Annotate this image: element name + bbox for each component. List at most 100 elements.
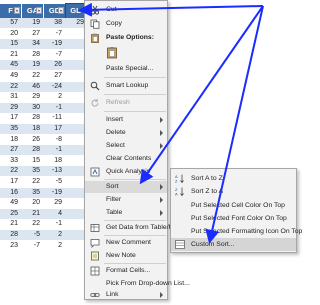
menu-item-paste-special[interactable]: Paste Special... — [85, 63, 167, 75]
table-cell[interactable] — [66, 198, 86, 208]
menu-item-sort[interactable]: Sort — [85, 181, 167, 193]
table-cell[interactable]: 38 — [44, 18, 64, 28]
table-cell[interactable]: -19 — [44, 39, 64, 49]
menu-item-link[interactable]: Link — [85, 289, 167, 301]
submenu-item-sort-za[interactable]: ZA Sort Z to A — [171, 185, 296, 198]
table-cell[interactable]: 15 — [22, 156, 42, 166]
table-cell[interactable]: 30 — [22, 103, 42, 113]
submenu-item-font-color-on-top[interactable]: Put Selected Font Color On Top — [171, 212, 296, 225]
table-cell[interactable]: 33 — [0, 156, 20, 166]
table-cell[interactable]: 49 — [0, 71, 20, 81]
table-cell[interactable]: 29 — [66, 18, 86, 28]
table-cell[interactable]: 23 — [0, 241, 20, 251]
paste-clipboard-icon[interactable] — [106, 46, 119, 59]
table-cell[interactable] — [66, 29, 86, 39]
table-cell[interactable] — [66, 219, 86, 229]
table-cell[interactable] — [66, 124, 86, 134]
table-cell[interactable]: 18 — [22, 124, 42, 134]
menu-item-clear-contents[interactable]: Clear Contents — [85, 153, 167, 165]
table-cell[interactable]: 46 — [22, 82, 42, 92]
menu-item-copy[interactable]: Copy — [85, 18, 167, 30]
table-cell[interactable]: 2 — [44, 230, 64, 240]
submenu-item-custom-sort[interactable]: Custom Sort... — [171, 238, 296, 251]
table-cell[interactable] — [66, 135, 86, 145]
menu-item-filter[interactable]: Filter — [85, 194, 167, 206]
table-cell[interactable]: 19 — [22, 18, 42, 28]
menu-item-refresh[interactable]: Refresh — [85, 97, 167, 109]
table-cell[interactable]: 27 — [44, 71, 64, 81]
table-cell[interactable]: 35 — [0, 124, 20, 134]
table-cell[interactable] — [66, 103, 86, 113]
menu-item-new-note[interactable]: New Note — [85, 250, 167, 262]
table-cell[interactable] — [66, 145, 86, 155]
table-cell[interactable]: 49 — [0, 198, 20, 208]
menu-item-select[interactable]: Select — [85, 140, 167, 152]
table-cell[interactable]: 45 — [0, 60, 20, 70]
table-cell[interactable] — [66, 241, 86, 251]
menu-item-quick-analysis[interactable]: Quick Analysis — [85, 166, 167, 178]
table-cell[interactable]: 20 — [22, 198, 42, 208]
table-cell[interactable]: 19 — [22, 60, 42, 70]
menu-item-get-data[interactable]: Get Data from Table/Range... — [85, 222, 194, 234]
filter-dropdown-icon[interactable] — [58, 7, 64, 14]
table-cell[interactable]: -1 — [44, 219, 64, 229]
table-cell[interactable]: 35 — [22, 188, 42, 198]
table-cell[interactable]: 22 — [0, 166, 20, 176]
filter-dropdown-icon[interactable] — [36, 7, 42, 14]
table-cell[interactable]: 57 — [0, 18, 20, 28]
header-cell-ga[interactable]: GA — [22, 4, 44, 18]
table-cell[interactable]: 2 — [44, 92, 64, 102]
table-cell[interactable]: 31 — [0, 92, 20, 102]
submenu-item-sort-az[interactable]: AZ Sort A to Z — [171, 172, 296, 185]
table-cell[interactable]: 18 — [0, 135, 20, 145]
table-cell[interactable]: -24 — [44, 82, 64, 92]
menu-item-format-cells[interactable]: Format Cells... — [85, 265, 167, 277]
table-cell[interactable]: 17 — [0, 177, 20, 187]
table-cell[interactable] — [66, 71, 86, 81]
table-cell[interactable] — [66, 60, 86, 70]
table-cell[interactable] — [66, 39, 86, 49]
table-cell[interactable]: 21 — [0, 219, 20, 229]
table-cell[interactable]: -1 — [44, 145, 64, 155]
table-cell[interactable]: 17 — [44, 124, 64, 134]
table-cell[interactable]: 22 — [22, 219, 42, 229]
table-cell[interactable]: 17 — [0, 113, 20, 123]
table-cell[interactable]: 26 — [22, 135, 42, 145]
submenu-item-cell-color-on-top[interactable]: Put Selected Cell Color On Top — [171, 199, 296, 212]
menu-item-cut[interactable]: Cut — [85, 4, 167, 16]
table-cell[interactable]: -8 — [44, 135, 64, 145]
table-cell[interactable]: 28 — [22, 113, 42, 123]
table-cell[interactable]: -5 — [44, 177, 64, 187]
table-cell[interactable]: 28 — [22, 50, 42, 60]
table-cell[interactable] — [66, 188, 86, 198]
table-cell[interactable]: 22 — [22, 177, 42, 187]
table-cell[interactable]: 35 — [22, 166, 42, 176]
submenu-item-formatting-icon-on-top[interactable]: Put Selected Formatting Icon On Top — [171, 225, 302, 238]
table-cell[interactable] — [66, 50, 86, 60]
table-cell[interactable]: 28 — [22, 145, 42, 155]
table-cell[interactable] — [66, 92, 86, 102]
table-cell[interactable]: -7 — [44, 29, 64, 39]
menu-item-delete[interactable]: Delete — [85, 127, 167, 139]
table-cell[interactable]: 29 — [22, 92, 42, 102]
table-cell[interactable]: -11 — [44, 113, 64, 123]
table-cell[interactable]: 2 — [44, 241, 64, 251]
table-cell[interactable]: -7 — [44, 50, 64, 60]
menu-item-insert[interactable]: Insert — [85, 114, 167, 126]
table-cell[interactable] — [66, 209, 86, 219]
table-cell[interactable]: 29 — [44, 198, 64, 208]
table-cell[interactable]: 27 — [0, 145, 20, 155]
table-cell[interactable]: 21 — [0, 50, 20, 60]
menu-item-new-comment[interactable]: New Comment — [85, 237, 167, 249]
header-cell-gl[interactable]: GL — [65, 3, 87, 19]
table-cell[interactable] — [66, 156, 86, 166]
table-cell[interactable]: 18 — [44, 156, 64, 166]
table-cell[interactable]: 29 — [0, 103, 20, 113]
table-cell[interactable]: 22 — [0, 82, 20, 92]
table-cell[interactable]: 4 — [44, 209, 64, 219]
table-cell[interactable]: -13 — [44, 166, 64, 176]
table-cell[interactable]: 26 — [44, 60, 64, 70]
table-cell[interactable] — [66, 166, 86, 176]
menu-item-smart-lookup[interactable]: Smart Lookup — [85, 80, 167, 92]
table-cell[interactable]: -1 — [44, 103, 64, 113]
